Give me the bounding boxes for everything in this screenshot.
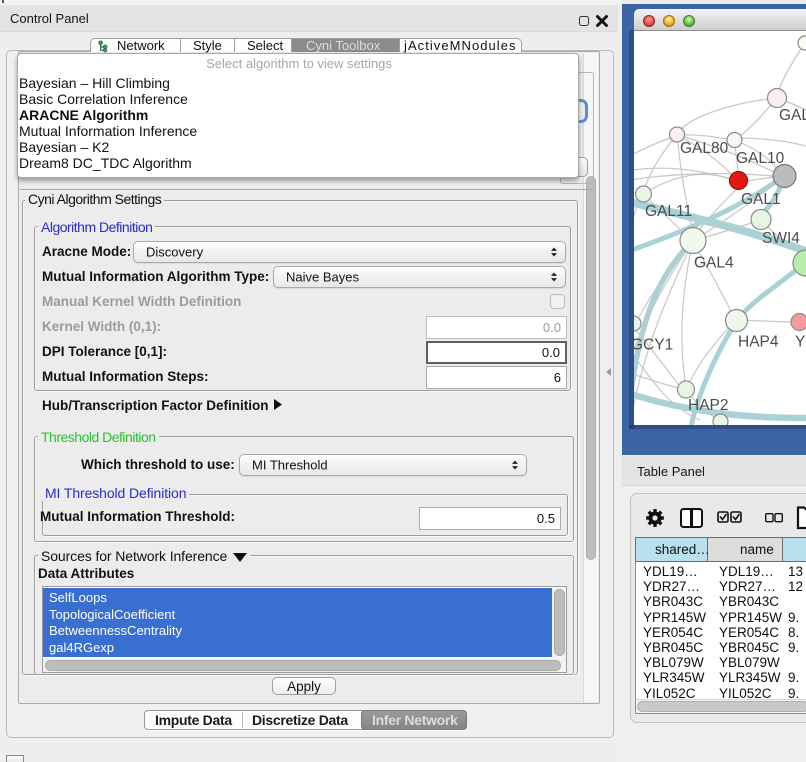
svg-text:SWI4: SWI4: [762, 230, 800, 247]
svg-text:HAP2: HAP2: [688, 397, 729, 414]
svg-text:GAL1: GAL1: [741, 191, 781, 208]
svg-text:HAP4: HAP4: [738, 334, 779, 351]
svg-text:Y: Y: [795, 334, 805, 351]
svg-text:GAL11: GAL11: [645, 203, 692, 220]
svg-text:GAL: GAL: [779, 107, 806, 124]
svg-text:GCY1: GCY1: [634, 337, 673, 354]
svg-text:GAL4: GAL4: [694, 255, 734, 272]
svg-text:GAL80: GAL80: [680, 140, 729, 157]
svg-text:GAL10: GAL10: [736, 150, 785, 167]
